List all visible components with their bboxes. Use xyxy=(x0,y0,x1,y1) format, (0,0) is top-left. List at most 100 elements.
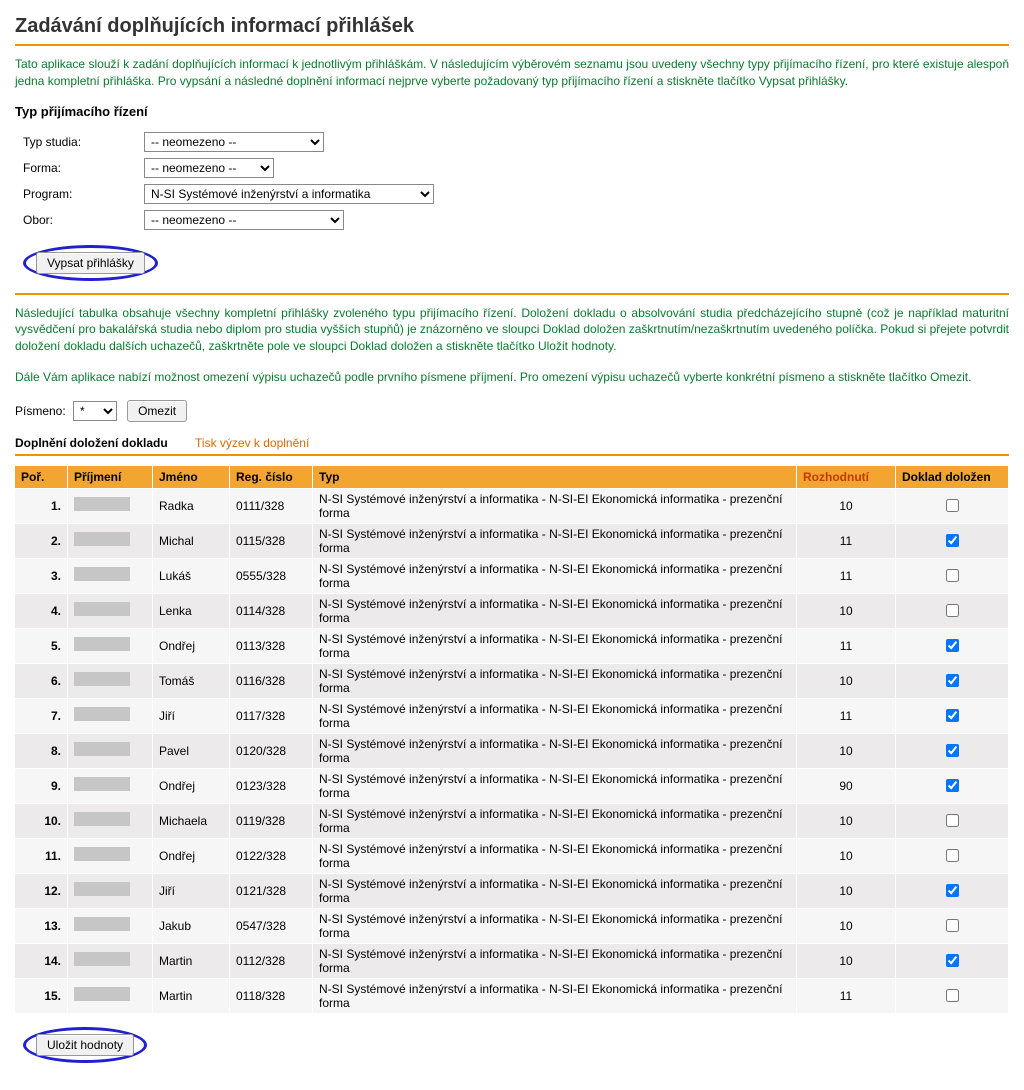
tab-tisk[interactable]: Tisk výzev k doplnění xyxy=(195,436,309,450)
redacted-surname xyxy=(74,847,130,861)
typ-studia-select[interactable]: -- neomezeno -- xyxy=(144,132,324,152)
cell-jmeno: Tomáš xyxy=(153,663,230,698)
cell-rozhodnuti: 10 xyxy=(797,838,896,873)
doklad-checkbox[interactable] xyxy=(946,639,959,652)
table-row: 13.Jakub0547/328N-SI Systémové inženýrst… xyxy=(15,908,1009,943)
intro-text-3: Dále Vám aplikace nabízí možnost omezení… xyxy=(15,369,1009,386)
cell-por: 1. xyxy=(15,488,68,523)
cell-typ: N-SI Systémové inženýrství a informatika… xyxy=(313,803,797,838)
doklad-checkbox[interactable] xyxy=(946,989,959,1002)
filter-form: Typ studia: -- neomezeno -- Forma: -- ne… xyxy=(23,129,440,233)
forma-label: Forma: xyxy=(23,155,144,181)
cell-por: 11. xyxy=(15,838,68,873)
doklad-checkbox[interactable] xyxy=(946,499,959,512)
cell-doklad xyxy=(896,908,1009,943)
cell-por: 8. xyxy=(15,733,68,768)
redacted-surname xyxy=(74,497,130,511)
cell-prijmeni xyxy=(68,873,153,908)
cell-doklad xyxy=(896,698,1009,733)
doklad-checkbox[interactable] xyxy=(946,744,959,757)
cell-jmeno: Michaela xyxy=(153,803,230,838)
typ-studia-label: Typ studia: xyxy=(23,129,144,155)
cell-typ: N-SI Systémové inženýrství a informatika… xyxy=(313,838,797,873)
doklad-checkbox[interactable] xyxy=(946,814,959,827)
doklad-checkbox[interactable] xyxy=(946,569,959,582)
cell-typ: N-SI Systémové inženýrství a informatika… xyxy=(313,908,797,943)
ulozit-button[interactable]: Uložit hodnoty xyxy=(36,1034,134,1056)
table-row: 1. Radka0111/328N-SI Systémové inženýrstv… xyxy=(15,488,1009,523)
doklad-checkbox[interactable] xyxy=(946,849,959,862)
th-por: Poř. xyxy=(15,466,68,489)
cell-doklad xyxy=(896,558,1009,593)
cell-reg: 0119/328 xyxy=(230,803,313,838)
cell-typ: N-SI Systémové inženýrství a informatika… xyxy=(313,593,797,628)
cell-reg: 0112/328 xyxy=(230,943,313,978)
omezit-button[interactable]: Omezit xyxy=(127,400,187,422)
obor-select[interactable]: -- neomezeno -- xyxy=(144,210,344,230)
cell-rozhodnuti: 10 xyxy=(797,733,896,768)
cell-jmeno: Michal xyxy=(153,523,230,558)
th-jmeno: Jméno xyxy=(153,466,230,489)
table-row: 12.Jiří0121/328N-SI Systémové inženýrstv… xyxy=(15,873,1009,908)
cell-reg: 0118/328 xyxy=(230,978,313,1013)
cell-reg: 0113/328 xyxy=(230,628,313,663)
cell-jmeno: Jiří xyxy=(153,698,230,733)
redacted-surname xyxy=(74,637,130,651)
th-reg: Reg. číslo xyxy=(230,466,313,489)
doklad-checkbox[interactable] xyxy=(946,674,959,687)
highlight-oval: Uložit hodnoty xyxy=(23,1027,147,1063)
forma-select[interactable]: -- neomezeno -- xyxy=(144,158,274,178)
tab-doplneni[interactable]: Doplnění doložení dokladu xyxy=(15,436,168,450)
doklad-checkbox[interactable] xyxy=(946,779,959,792)
cell-doklad xyxy=(896,768,1009,803)
cell-reg: 0123/328 xyxy=(230,768,313,803)
cell-por: 7. xyxy=(15,698,68,733)
intro-text-2: Následující tabulka obsahuje všechny kom… xyxy=(15,305,1009,355)
section-title: Typ přijímacího řízení xyxy=(15,104,1009,119)
divider xyxy=(15,293,1009,295)
pismeno-select[interactable]: * xyxy=(73,401,117,421)
cell-prijmeni xyxy=(68,558,153,593)
doklad-checkbox[interactable] xyxy=(946,534,959,547)
redacted-surname xyxy=(74,532,130,546)
cell-jmeno: Ondřej xyxy=(153,628,230,663)
cell-typ: N-SI Systémové inženýrství a informatika… xyxy=(313,978,797,1013)
cell-rozhodnuti: 11 xyxy=(797,698,896,733)
cell-doklad xyxy=(896,873,1009,908)
applications-table: Poř. Příjmení Jméno Reg. číslo Typ Rozho… xyxy=(15,466,1009,1013)
doklad-checkbox[interactable] xyxy=(946,884,959,897)
doklad-checkbox[interactable] xyxy=(946,709,959,722)
cell-reg: 0122/328 xyxy=(230,838,313,873)
pismeno-label: Písmeno: xyxy=(15,404,66,418)
redacted-surname xyxy=(74,882,130,896)
cell-jmeno: Ondřej xyxy=(153,768,230,803)
cell-doklad xyxy=(896,523,1009,558)
doklad-checkbox[interactable] xyxy=(946,604,959,617)
vypsat-button[interactable]: Vypsat přihlášky xyxy=(36,252,145,274)
table-row: 10.Michaela0119/328N-SI Systémové inžený… xyxy=(15,803,1009,838)
table-row: 14.Martin0112/328N-SI Systémové inženýrs… xyxy=(15,943,1009,978)
cell-por: 5. xyxy=(15,628,68,663)
cell-prijmeni xyxy=(68,593,153,628)
doklad-checkbox[interactable] xyxy=(946,954,959,967)
cell-rozhodnuti: 10 xyxy=(797,663,896,698)
cell-rozhodnuti: 10 xyxy=(797,943,896,978)
program-select[interactable]: N-SI Systémové inženýrství a informatika xyxy=(144,184,434,204)
cell-jmeno: Radka xyxy=(153,488,230,523)
cell-por: 2. xyxy=(15,523,68,558)
table-row: 9.Ondřej0123/328N-SI Systémové inženýrst… xyxy=(15,768,1009,803)
cell-typ: N-SI Systémové inženýrství a informatika… xyxy=(313,488,797,523)
doklad-checkbox[interactable] xyxy=(946,919,959,932)
th-prijmeni: Příjmení xyxy=(68,466,153,489)
cell-prijmeni xyxy=(68,628,153,663)
cell-reg: 0111/328 xyxy=(230,488,313,523)
cell-rozhodnuti: 10 xyxy=(797,908,896,943)
cell-doklad xyxy=(896,803,1009,838)
cell-jmeno: Martin xyxy=(153,978,230,1013)
cell-reg: 0547/328 xyxy=(230,908,313,943)
cell-reg: 0121/328 xyxy=(230,873,313,908)
cell-jmeno: Lenka xyxy=(153,593,230,628)
cell-prijmeni xyxy=(68,803,153,838)
cell-reg: 0115/328 xyxy=(230,523,313,558)
cell-reg: 0116/328 xyxy=(230,663,313,698)
